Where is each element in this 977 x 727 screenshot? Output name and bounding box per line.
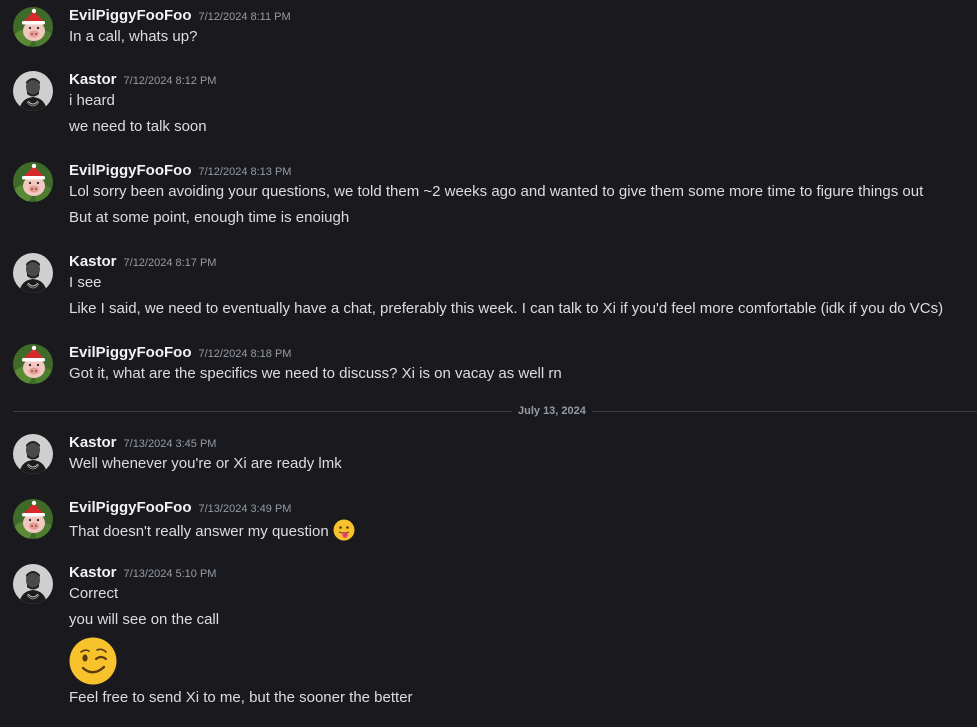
message-text: But at some point, enough time is enoiug… [69, 209, 350, 226]
tongue-out-emoji-icon[interactable] [333, 519, 355, 541]
message-timestamp: 7/13/2024 3:49 PM [198, 503, 292, 515]
message-header: EvilPiggyFooFoo 7/13/2024 3:49 PM [69, 498, 291, 518]
author-name[interactable]: Kastor [69, 253, 117, 270]
author-name[interactable]: EvilPiggyFooFoo [69, 7, 192, 24]
message-header: Kastor 7/12/2024 8:17 PM [69, 252, 216, 272]
author-name[interactable]: EvilPiggyFooFoo [69, 499, 192, 516]
pig-santa-hat-avatar[interactable] [13, 7, 53, 47]
message-text: i heard [69, 92, 115, 109]
message-text: Well whenever you're or Xi are ready lmk [69, 455, 342, 472]
message-text: That doesn't really answer my question [69, 523, 329, 540]
man-portrait-avatar[interactable] [13, 434, 53, 474]
message-text-with-emoji: That doesn't really answer my question [69, 519, 355, 542]
message-timestamp: 7/12/2024 8:11 PM [198, 11, 291, 23]
message-text: you will see on the call [69, 611, 220, 628]
message-text: In a call, whats up? [69, 28, 198, 45]
date-divider-label: July 13, 2024 [512, 403, 592, 419]
message-header: Kastor 7/13/2024 5:10 PM [69, 563, 216, 583]
chat-messages: EvilPiggyFooFoo 7/12/2024 8:11 PM In a ca… [0, 0, 977, 727]
author-name[interactable]: Kastor [69, 564, 117, 581]
date-divider-line [13, 411, 977, 412]
pig-santa-hat-avatar[interactable] [13, 162, 53, 202]
message-text: Like I said, we need to eventually have … [69, 300, 944, 317]
message-text: Lol sorry been avoiding your questions, … [69, 183, 924, 200]
message-timestamp: 7/12/2024 8:17 PM [123, 257, 217, 269]
pig-santa-hat-avatar[interactable] [13, 344, 53, 384]
pig-santa-hat-avatar[interactable] [13, 499, 53, 539]
message-text: Got it, what are the specifics we need t… [69, 365, 562, 382]
message-text: Feel free to send Xi to me, but the soon… [69, 689, 413, 706]
author-name[interactable]: EvilPiggyFooFoo [69, 162, 192, 179]
message-header: EvilPiggyFooFoo 7/12/2024 8:13 PM [69, 161, 291, 181]
man-portrait-avatar[interactable] [13, 564, 53, 604]
author-name[interactable]: EvilPiggyFooFoo [69, 344, 192, 361]
message-timestamp: 7/13/2024 5:10 PM [123, 568, 217, 580]
man-portrait-avatar[interactable] [13, 253, 53, 293]
message-text: I see [69, 274, 102, 291]
message-header: EvilPiggyFooFoo 7/12/2024 8:11 PM [69, 6, 291, 26]
message-timestamp: 7/12/2024 8:18 PM [198, 348, 292, 360]
author-name[interactable]: Kastor [69, 434, 117, 451]
message-header: EvilPiggyFooFoo 7/12/2024 8:18 PM [69, 343, 291, 363]
man-portrait-avatar[interactable] [13, 71, 53, 111]
message-header: Kastor 7/12/2024 8:12 PM [69, 70, 216, 90]
message-text: we need to talk soon [69, 118, 207, 135]
message-timestamp: 7/12/2024 8:12 PM [123, 75, 217, 87]
winking-face-emoji-icon[interactable] [69, 637, 117, 685]
message-text: Correct [69, 585, 119, 602]
message-timestamp: 7/13/2024 3:45 PM [123, 438, 217, 450]
author-name[interactable]: Kastor [69, 71, 117, 88]
message-header: Kastor 7/13/2024 3:45 PM [69, 433, 216, 453]
message-timestamp: 7/12/2024 8:13 PM [198, 166, 292, 178]
